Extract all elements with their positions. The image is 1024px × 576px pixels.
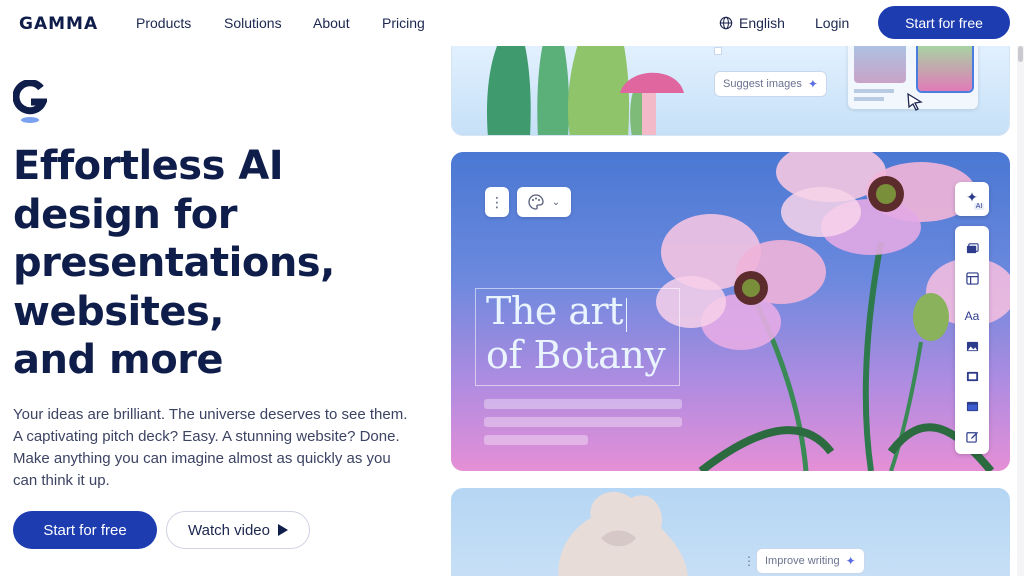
nav-solutions[interactable]: Solutions xyxy=(224,15,282,31)
watch-video-label: Watch video xyxy=(188,521,270,539)
paragraph-handle[interactable]: ⋮ xyxy=(743,552,755,570)
nav-start-free-button[interactable]: Start for free xyxy=(878,6,1010,39)
more-options-button[interactable]: ⋮ xyxy=(485,187,509,217)
gamma-g-mark-icon xyxy=(13,80,47,123)
caption-bar xyxy=(854,97,884,101)
headline-line-4: websites, xyxy=(13,288,225,335)
suggest-images-chip[interactable]: Suggest images ✦ xyxy=(714,71,827,97)
start-for-free-button[interactable]: Start for free xyxy=(13,511,157,549)
top-navigation: GAMMA Products Solutions About Pricing E… xyxy=(0,0,1024,46)
sparkle-icon: ✦ xyxy=(845,554,856,568)
subtitle-line-3: Make anything you can imagine almost as … xyxy=(13,450,391,467)
subtitle-line-4: can think it up. xyxy=(13,472,110,489)
hero-subtitle: Your ideas are brilliant. The universe d… xyxy=(13,404,433,492)
nav-pricing[interactable]: Pricing xyxy=(382,15,425,31)
placeholder-text-bar xyxy=(484,417,682,427)
theme-palette-dropdown[interactable]: ⌄ xyxy=(517,187,571,217)
nav-about[interactable]: About xyxy=(313,15,350,31)
sparkle-ai-button[interactable]: ✦ AI xyxy=(955,182,989,216)
film-icon xyxy=(966,371,978,381)
scrollbar-thumb[interactable] xyxy=(1018,46,1023,62)
login-link[interactable]: Login xyxy=(815,15,849,31)
insert-toolbar: Aa xyxy=(955,226,989,454)
suggest-images-label: Suggest images xyxy=(723,78,802,90)
cloud-hands-illustration xyxy=(558,492,688,576)
headline-line-2: design for xyxy=(13,191,237,238)
subtitle-line-1: Your ideas are brilliant. The universe d… xyxy=(13,406,408,423)
image-tool-button[interactable] xyxy=(955,336,989,356)
hero-headline: Effortless AI design for presentations, … xyxy=(13,142,433,385)
botany-title-line-1: The art xyxy=(486,289,623,333)
text-tool-button[interactable]: Aa xyxy=(955,306,989,326)
headline-line-3: presentations, xyxy=(13,240,335,286)
text-cursor xyxy=(626,298,627,332)
botany-title-textbox[interactable]: The art of Botany xyxy=(475,288,680,386)
cursor-icon xyxy=(907,93,923,111)
image-placeholder xyxy=(714,47,722,55)
chevron-down-icon: ⌄ xyxy=(551,196,561,208)
subtitle-line-2: A captivating pitch deck? Easy. A stunni… xyxy=(13,428,400,445)
embed-tool-button[interactable] xyxy=(955,396,989,416)
suggested-image-thumbnail[interactable] xyxy=(854,41,906,83)
botany-title-line-2: of Botany xyxy=(486,333,666,377)
showcase-card-bottom: ⋮ Improve writing ✦ xyxy=(451,488,1010,576)
gamma-logo[interactable]: GAMMA xyxy=(19,14,98,34)
window-icon xyxy=(966,401,978,411)
palette-icon xyxy=(528,194,544,210)
cards-tool-button[interactable] xyxy=(955,238,989,258)
play-icon xyxy=(277,524,288,536)
watch-video-button[interactable]: Watch video xyxy=(166,511,310,549)
placeholder-text-bar xyxy=(484,399,682,409)
more-vertical-icon: ⋮ xyxy=(490,194,504,210)
headline-line-1: Effortless AI xyxy=(13,143,284,189)
placeholder-text-bar xyxy=(484,435,588,445)
ai-badge: AI xyxy=(973,202,985,210)
caption-bar xyxy=(854,89,894,93)
image-icon xyxy=(966,341,978,351)
improve-writing-chip[interactable]: Improve writing ✦ xyxy=(756,548,865,574)
sparkle-icon: ✦ xyxy=(807,77,818,91)
edit-icon xyxy=(965,431,978,443)
form-tool-button[interactable] xyxy=(955,426,989,446)
improve-writing-label: Improve writing xyxy=(765,555,840,567)
layout-icon xyxy=(965,271,979,285)
cards-icon xyxy=(966,242,979,253)
language-selector[interactable]: English xyxy=(719,15,785,31)
nav-products[interactable]: Products xyxy=(136,15,191,31)
suggested-image-thumbnail[interactable] xyxy=(916,37,974,93)
language-label: English xyxy=(739,15,785,31)
font-icon: Aa xyxy=(964,309,980,323)
headline-line-5: and more xyxy=(13,337,224,383)
globe-icon xyxy=(719,16,733,30)
page-scrollbar[interactable] xyxy=(1017,0,1024,576)
video-tool-button[interactable] xyxy=(955,366,989,386)
layout-tool-button[interactable] xyxy=(955,268,989,288)
